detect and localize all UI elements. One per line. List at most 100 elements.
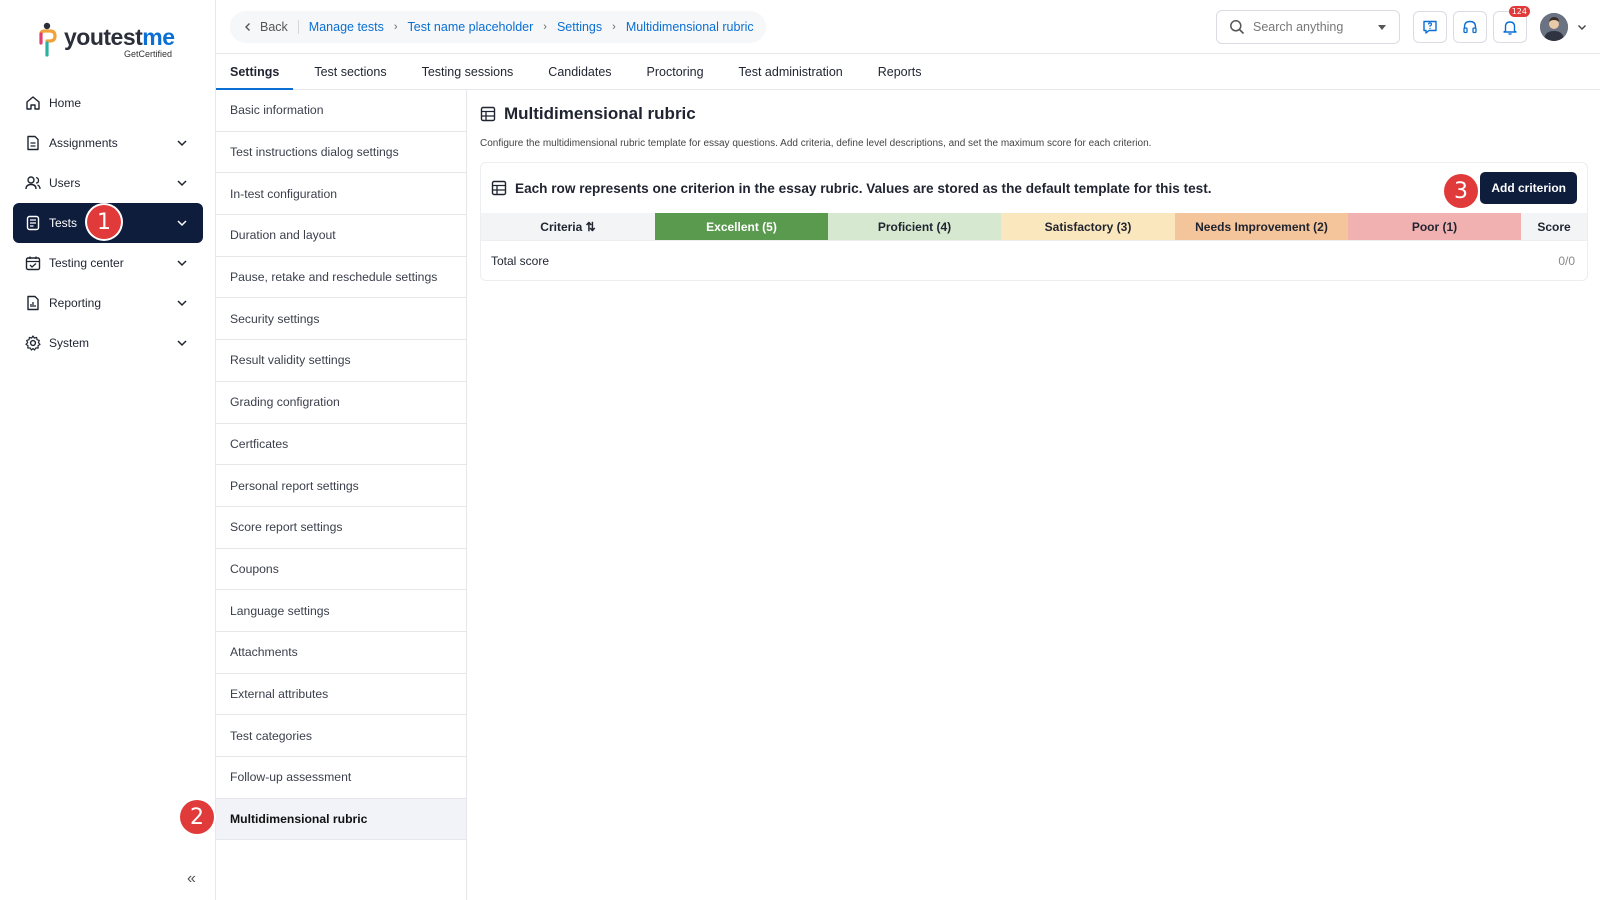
breadcrumb-settings[interactable]: Settings: [557, 20, 602, 34]
table-icon: [480, 106, 496, 122]
column-criteria[interactable]: Criteria ⇅: [481, 213, 655, 240]
page-description: Configure the multidimensional rubric te…: [480, 138, 1152, 149]
settings-item-result-validity[interactable]: Result validity settings: [216, 340, 466, 382]
step-marker-2: 2: [180, 800, 214, 834]
chevron-right-icon: ›: [543, 21, 547, 33]
tab-test-administration[interactable]: Test administration: [725, 54, 857, 90]
back-label: Back: [260, 20, 288, 34]
brand-tagline: GetCertified: [124, 49, 173, 59]
rubric-card-heading: Each row represents one criterion in the…: [515, 180, 1212, 196]
sidebar-item-label: Assignments: [49, 136, 118, 150]
settings-item-multidimensional-rubric[interactable]: Multidimensional rubric: [216, 798, 466, 841]
document-icon: [25, 135, 41, 151]
settings-item-test-instructions[interactable]: Test instructions dialog settings: [216, 132, 466, 174]
settings-item-coupons[interactable]: Coupons: [216, 549, 466, 591]
column-needs-improvement: Needs Improvement (2): [1175, 213, 1348, 240]
tab-reports[interactable]: Reports: [864, 54, 936, 90]
chevron-right-icon: ›: [612, 21, 616, 33]
breadcrumb: Back Manage tests › Test name placeholde…: [230, 11, 766, 43]
step-marker-1: 1: [87, 205, 121, 239]
sidebar-item-testing-center[interactable]: Testing center: [13, 243, 203, 283]
notifications-button[interactable]: 124: [1493, 6, 1530, 43]
test-icon: [25, 215, 41, 231]
settings-item-follow-up[interactable]: Follow-up assessment: [216, 757, 466, 799]
chevron-left-icon: [245, 23, 250, 31]
column-proficient: Proficient (4): [828, 213, 1001, 240]
settings-item-duration-layout[interactable]: Duration and layout: [216, 215, 466, 257]
add-criterion-button[interactable]: Add criterion: [1480, 172, 1577, 204]
settings-item-basic-information[interactable]: Basic information: [216, 90, 466, 132]
total-score-value: 0/0: [1558, 253, 1575, 268]
tab-settings[interactable]: Settings: [216, 54, 294, 90]
search-icon: [1230, 20, 1245, 35]
brand-logo[interactable]: youtestme GetCertified: [38, 22, 188, 62]
sidebar-item-label: Users: [49, 176, 81, 190]
brand-name: youtestme: [64, 24, 175, 50]
settings-item-certificates[interactable]: Certficates: [216, 424, 466, 466]
settings-item-security[interactable]: Security settings: [216, 298, 466, 341]
tab-test-sections[interactable]: Test sections: [300, 54, 400, 90]
breadcrumb-manage-tests[interactable]: Manage tests: [309, 20, 384, 34]
bell-icon: [1503, 21, 1517, 35]
settings-item-score-report[interactable]: Score report settings: [216, 507, 466, 549]
settings-item-attachments[interactable]: Attachments: [216, 632, 466, 674]
settings-item-in-test-configuration[interactable]: In-test configuration: [216, 173, 466, 216]
column-poor: Poor (1): [1348, 213, 1521, 240]
headset-icon: [1463, 20, 1477, 34]
total-score-label: Total score: [491, 253, 550, 268]
sidebar-item-assignments[interactable]: Assignments: [13, 123, 203, 163]
settings-item-personal-report[interactable]: Personal report settings: [216, 465, 466, 507]
settings-menu: Basic information Test instructions dial…: [216, 90, 467, 900]
sidebar-item-label: System: [49, 336, 90, 350]
search-input[interactable]: Search anything: [1216, 10, 1400, 44]
page-title: Multidimensional rubric: [480, 100, 1588, 128]
chevron-down-icon[interactable]: [175, 296, 189, 310]
settings-item-external-attributes[interactable]: External attributes: [216, 674, 466, 716]
breadcrumb-current[interactable]: Multidimensional rubric: [626, 20, 754, 34]
tab-testing-sessions[interactable]: Testing sessions: [408, 54, 528, 90]
rubric-header-row: Criteria ⇅ Excellent (5) Proficient (4) …: [481, 213, 1587, 240]
notification-count-badge: 124: [1508, 6, 1530, 17]
tab-proctoring[interactable]: Proctoring: [633, 54, 718, 90]
support-button[interactable]: [1453, 11, 1487, 43]
chevron-down-icon[interactable]: [175, 136, 189, 150]
chevron-down-icon[interactable]: [1576, 21, 1588, 33]
chevron-down-icon[interactable]: [175, 256, 189, 270]
chevron-down-icon[interactable]: [175, 176, 189, 190]
column-excellent: Excellent (5): [655, 213, 828, 240]
settings-item-grading[interactable]: Grading configration: [216, 382, 466, 424]
breadcrumb-test-name[interactable]: Test name placeholder: [408, 20, 534, 34]
avatar[interactable]: [1540, 13, 1568, 41]
top-bar: Back Manage tests › Test name placeholde…: [216, 0, 1600, 54]
collapse-sidebar-button[interactable]: «: [187, 870, 196, 888]
rubric-card-header: Each row represents one criterion in the…: [481, 163, 1587, 213]
calendar-check-icon: [25, 255, 41, 271]
tab-candidates[interactable]: Candidates: [534, 54, 625, 90]
back-button[interactable]: Back: [242, 20, 299, 34]
users-icon: [25, 175, 41, 191]
sidebar-item-label: Home: [49, 96, 82, 110]
settings-item-language[interactable]: Language settings: [216, 590, 466, 632]
sidebar-item-label: Reporting: [49, 296, 102, 310]
chevron-down-icon[interactable]: [175, 336, 189, 350]
caret-down-icon[interactable]: [1377, 22, 1387, 32]
sidebar-item-system[interactable]: System: [13, 323, 203, 363]
sidebar-item-reporting[interactable]: Reporting: [13, 283, 203, 323]
sidebar-item-label: Testing center: [49, 256, 124, 270]
chevron-down-icon[interactable]: [175, 216, 189, 230]
settings-item-pause-retake[interactable]: Pause, retake and reschedule settings: [216, 257, 466, 299]
search-placeholder: Search anything: [1253, 20, 1344, 34]
logo-mark-icon: [39, 22, 57, 57]
chevron-right-icon: ›: [393, 21, 398, 33]
tab-bar: Settings Test sections Testing sessions …: [216, 54, 1600, 90]
page-title-text: Multidimensional rubric: [504, 104, 696, 123]
column-satisfactory: Satisfactory (3): [1001, 213, 1175, 240]
feedback-button[interactable]: [1413, 11, 1447, 43]
total-score-row: Total score 0/0: [481, 240, 1587, 280]
sidebar-item-home[interactable]: Home: [13, 83, 203, 123]
report-icon: [25, 295, 41, 311]
home-icon: [25, 95, 41, 111]
rubric-card: Each row represents one criterion in the…: [480, 162, 1588, 281]
sidebar-item-users[interactable]: Users: [13, 163, 203, 203]
settings-item-test-categories[interactable]: Test categories: [216, 715, 466, 757]
